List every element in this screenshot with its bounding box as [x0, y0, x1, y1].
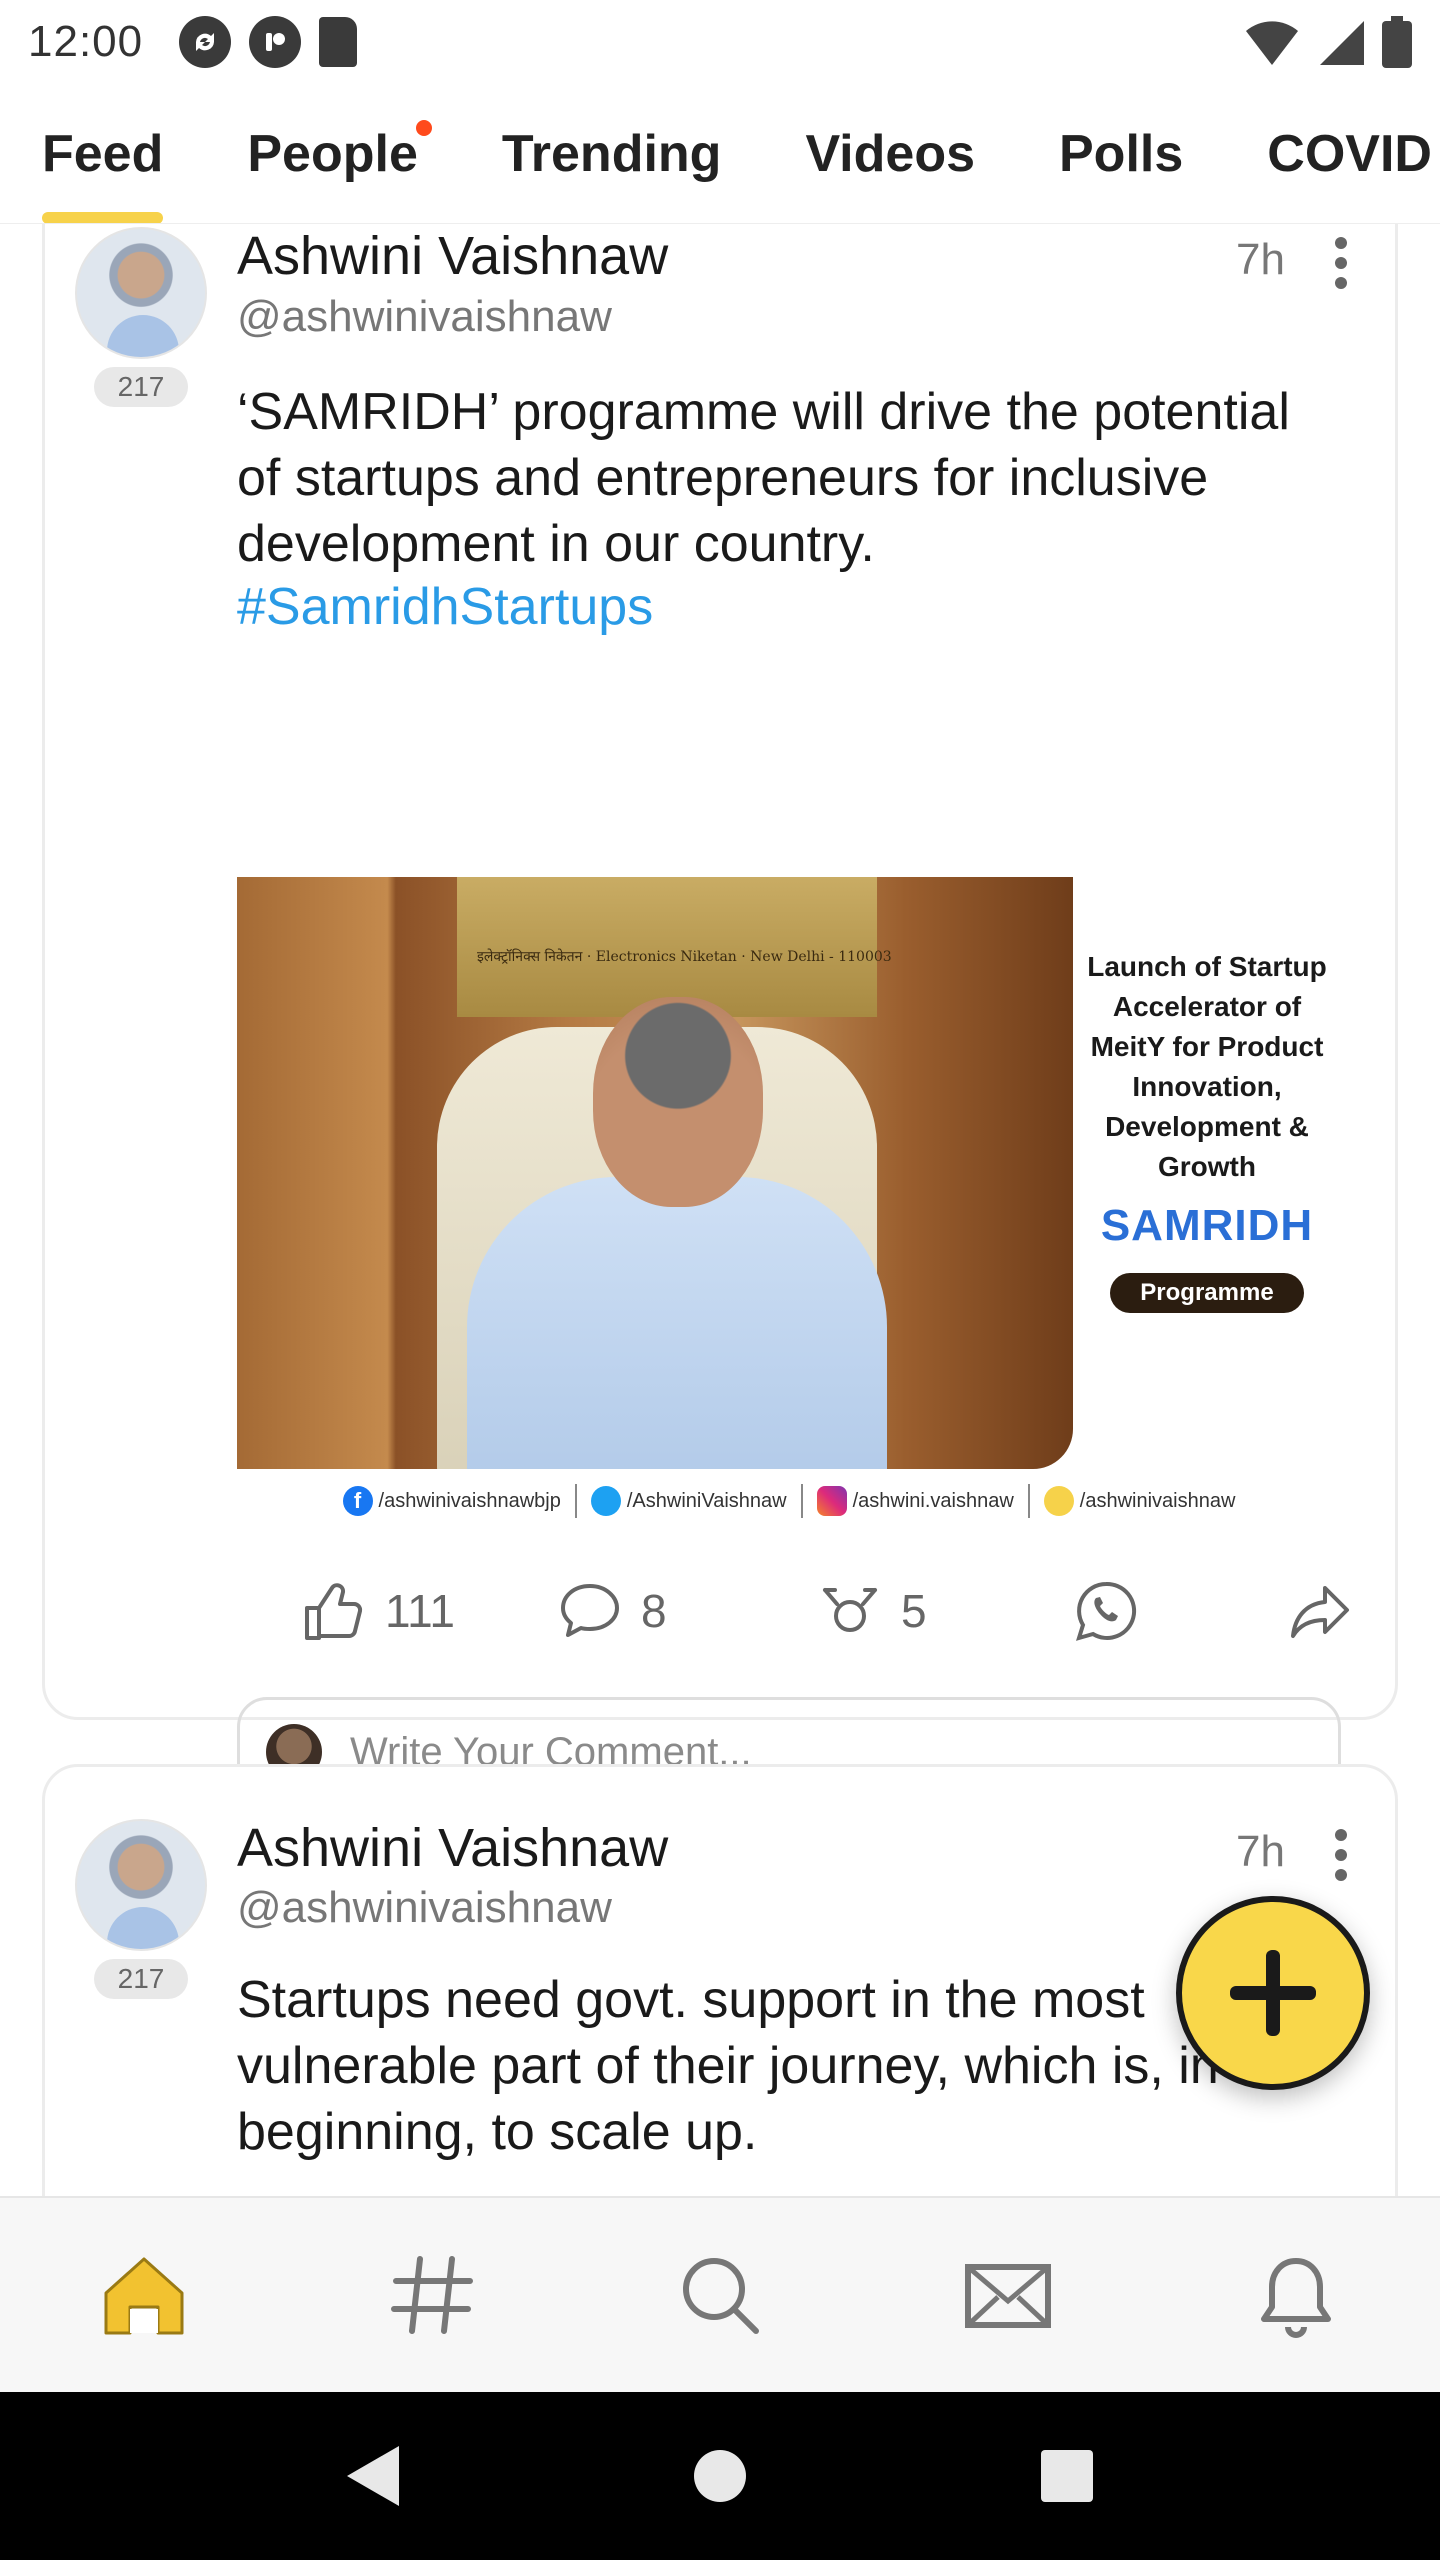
divider — [1027, 1484, 1030, 1518]
author-avatar-block[interactable]: 217 — [75, 1819, 207, 1999]
tab-videos[interactable]: Videos — [805, 84, 975, 223]
thumbs-up-icon — [305, 1583, 363, 1640]
tab-label: Trending — [501, 124, 722, 183]
koo-icon — [1043, 1486, 1074, 1516]
home-icon — [104, 2257, 184, 2335]
promo-panel: Launch of Startup Accelerator of MeitY f… — [1073, 877, 1341, 1469]
back-icon[interactable] — [347, 2446, 400, 2506]
person-body — [467, 1177, 887, 1469]
nav-notifications[interactable] — [1236, 2235, 1356, 2355]
battery-icon — [1382, 16, 1412, 68]
author-handle[interactable]: @ashwinivaishnaw — [237, 292, 612, 342]
notification-dot — [415, 119, 432, 136]
status-time: 12:00 — [28, 17, 144, 66]
like-button[interactable]: 111 — [301, 1571, 455, 1651]
nav-home[interactable] — [84, 2235, 204, 2355]
whatsapp-icon — [1076, 1581, 1137, 1641]
post-card[interactable]: 217 Ashwini Vaishnaw @ashwinivaishnaw 7h… — [42, 224, 1398, 1807]
tab-label: COVID — [1267, 124, 1432, 183]
facebook-handle: f/ashwinivaishnawbjp — [342, 1486, 561, 1516]
person-head — [593, 997, 763, 1207]
author-name[interactable]: Ashwini Vaishnaw — [237, 225, 668, 287]
system-navigation-bar — [0, 2392, 1440, 2560]
promo-text: Launch of Startup Accelerator of MeitY f… — [1087, 951, 1327, 1182]
tab-feed[interactable]: Feed — [42, 84, 164, 223]
post-hashtag[interactable]: #SamridhStartups — [237, 577, 653, 637]
plaque-text: इलेक्ट्रॉनिक्स निकेतन · Electronics Nike… — [477, 949, 892, 965]
rekoo-button[interactable]: 5 — [817, 1571, 927, 1651]
video-frame: इलेक्ट्रॉनिक्स निकेतन · Electronics Nike… — [237, 877, 1073, 1469]
comment-icon — [561, 1584, 619, 1637]
bottom-navigation — [0, 2196, 1440, 2392]
tab-polls[interactable]: Polls — [1059, 84, 1184, 223]
instagram-icon — [816, 1486, 847, 1516]
feed-tabs: Feed People Trending Videos Polls COVID — [0, 84, 1440, 224]
post-text: ‘SAMRIDH’ programme will drive the poten… — [237, 383, 1290, 573]
tab-label: Videos — [805, 124, 975, 183]
author-handle[interactable]: @ashwinivaishnaw — [237, 1883, 612, 1933]
twitter-handle-text: /AshwiniVaishnaw — [626, 1489, 787, 1512]
post-text: Startups need govt. support in the most … — [237, 1971, 1306, 2161]
tab-label: People — [247, 124, 418, 183]
instagram-handle-text: /ashwini.vaishnaw — [852, 1489, 1014, 1512]
promo-title: SAMRIDH — [1100, 1201, 1314, 1250]
status-bar: 12:00 — [0, 0, 1440, 84]
divider — [574, 1484, 577, 1518]
wifi-icon — [1246, 21, 1298, 65]
like-count: 111 — [385, 1585, 455, 1637]
avatar-follower-count: 217 — [93, 1959, 189, 1999]
feed-list[interactable]: 217 Ashwini Vaishnaw @ashwinivaishnaw 7h… — [0, 224, 1440, 2196]
share-button[interactable] — [1287, 1571, 1353, 1651]
twitter-handle: /AshwiniVaishnaw — [590, 1486, 787, 1516]
bell-icon — [1261, 2258, 1331, 2338]
post-image[interactable]: इलेक्ट्रॉनिक्स निकेतन · Electronics Nike… — [237, 877, 1341, 1525]
hashtag-icon — [391, 2256, 473, 2334]
app-notification-icon — [249, 16, 302, 68]
more-options-icon[interactable] — [1335, 1829, 1347, 1881]
rekoo-icon — [823, 1588, 877, 1632]
comment-count: 8 — [641, 1585, 667, 1637]
comment-button[interactable]: 8 — [557, 1571, 667, 1651]
post-actions: 111 8 5 — [237, 1571, 1349, 1651]
social-handles-row: f/ashwinivaishnawbjp /AshwiniVaishnaw /a… — [237, 1477, 1341, 1525]
tab-trending[interactable]: Trending — [501, 84, 722, 223]
nav-messages[interactable] — [948, 2235, 1068, 2355]
avatar-follower-count: 217 — [93, 367, 189, 407]
author-avatar-block[interactable]: 217 — [75, 227, 207, 407]
facebook-handle-text: /ashwinivaishnawbjp — [378, 1489, 561, 1512]
status-system-icons — [1244, 16, 1412, 68]
sd-card-icon — [319, 17, 358, 67]
author-name[interactable]: Ashwini Vaishnaw — [237, 1817, 668, 1879]
tab-label: Feed — [42, 124, 164, 183]
koo-handle-text: /ashwinivaishnaw — [1079, 1489, 1236, 1512]
twitter-icon — [590, 1486, 621, 1516]
post-time: 7h — [1236, 1827, 1285, 1876]
post-time: 7h — [1236, 235, 1285, 284]
sync-notification-icon — [179, 16, 232, 68]
tab-label: Polls — [1059, 124, 1184, 183]
divider — [800, 1484, 803, 1518]
koo-handle: /ashwinivaishnaw — [1043, 1486, 1236, 1516]
tab-people[interactable]: People — [247, 84, 432, 223]
share-icon — [1291, 1586, 1349, 1638]
instagram-handle: /ashwini.vaishnaw — [816, 1486, 1014, 1516]
tab-covid[interactable]: COVID — [1267, 84, 1432, 223]
search-icon — [683, 2258, 759, 2334]
more-options-icon[interactable] — [1335, 237, 1347, 289]
rekoo-count: 5 — [901, 1585, 927, 1637]
nav-search[interactable] — [660, 2235, 780, 2355]
signal-icon — [1320, 21, 1364, 65]
recent-apps-icon[interactable] — [1040, 2450, 1093, 2502]
plus-icon — [1230, 1950, 1316, 2036]
mail-icon — [965, 2264, 1051, 2328]
avatar[interactable] — [75, 227, 207, 359]
compose-button[interactable] — [1176, 1896, 1370, 2090]
promo-pill: Programme — [1110, 1273, 1304, 1313]
avatar[interactable] — [75, 1819, 207, 1951]
home-circle-icon[interactable] — [693, 2450, 746, 2502]
facebook-icon: f — [342, 1486, 373, 1516]
nav-hashtag[interactable] — [372, 2235, 492, 2355]
status-notification-icons — [179, 16, 358, 68]
whatsapp-share-button[interactable] — [1073, 1571, 1139, 1651]
